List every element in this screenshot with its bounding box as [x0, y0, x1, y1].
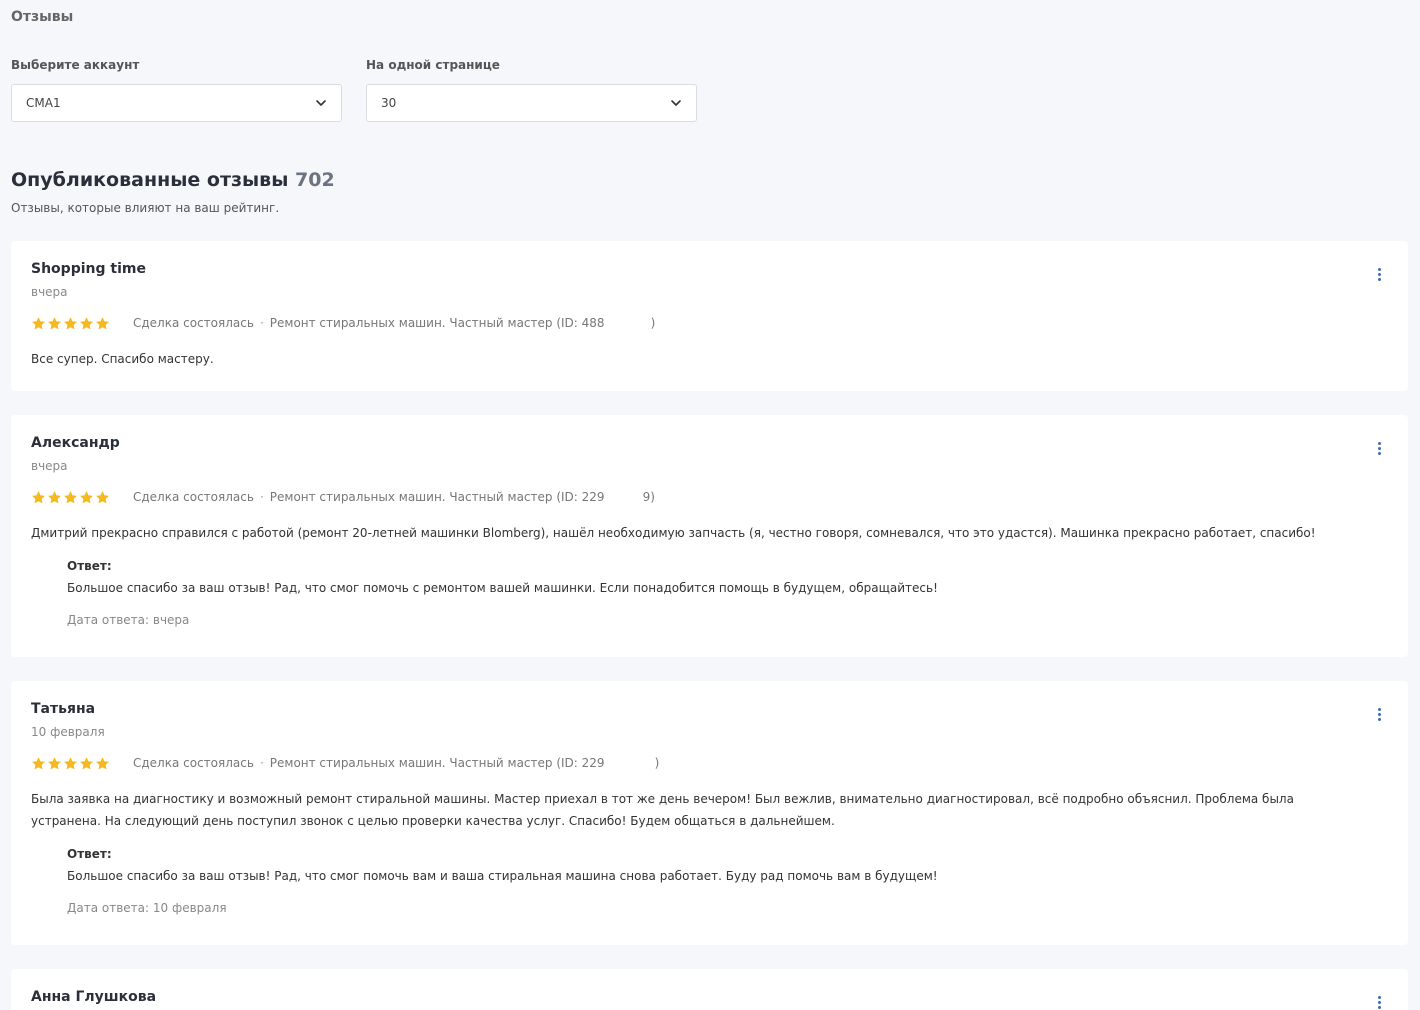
answer-text: Большое спасибо за ваш отзыв! Рад, что с… [67, 869, 938, 883]
review-text: Все супер. Спасибо мастеру. [31, 352, 214, 366]
answer-label: Ответ: [67, 559, 112, 573]
review-author: Татьяна [31, 701, 96, 717]
review-meta: Сделка состоялась · Ремонт стиральных ма… [31, 755, 659, 771]
review-author: Александр [31, 435, 120, 451]
section-title-text: Опубликованные отзывы [11, 169, 289, 191]
star-icon [48, 756, 61, 769]
redacted-id [604, 490, 643, 504]
section-subtitle: Отзывы, которые влияют на ваш рейтинг. [11, 201, 280, 215]
chevron-down-icon [316, 100, 326, 106]
service-name-suffix: ) [654, 756, 660, 770]
per-page-select-label: На одной странице [366, 58, 500, 72]
star-icon [32, 756, 45, 769]
redacted-id [604, 756, 655, 770]
review-card: Shopping time вчера Сделка состоялась · … [11, 241, 1408, 391]
answer-text: Большое спасибо за ваш отзыв! Рад, что с… [67, 581, 938, 595]
answer-label: Ответ: [67, 847, 112, 861]
service-name-suffix: 9) [642, 490, 655, 504]
star-icon [64, 756, 77, 769]
review-author: Shopping time [31, 261, 146, 277]
star-icon [32, 490, 45, 503]
section-title: Опубликованные отзывы 702 [11, 169, 335, 191]
star-icon [48, 316, 61, 329]
star-icon [96, 316, 109, 329]
more-options-icon[interactable] [1372, 705, 1386, 723]
review-meta: Сделка состоялась · Ремонт стиральных ма… [31, 315, 655, 331]
page-title: Отзывы [11, 9, 74, 25]
more-options-icon[interactable] [1372, 439, 1386, 457]
rating-stars [31, 490, 110, 505]
account-select-value: CMA1 [26, 96, 61, 110]
star-icon [48, 490, 61, 503]
review-author: Анна Глушкова [31, 989, 157, 1005]
review-date: вчера [31, 285, 68, 299]
redacted-id [604, 316, 651, 330]
reviews-page: Отзывы Выберите аккаунт CMA1 На одной ст… [0, 0, 1420, 1010]
review-card: Татьяна 10 февраля Сделка состоялась · Р… [11, 681, 1408, 945]
per-page-select[interactable]: 30 [366, 84, 697, 122]
star-icon [80, 316, 93, 329]
answer-date: Дата ответа: 10 февраля [67, 901, 227, 915]
chevron-down-icon [671, 100, 681, 106]
reviews-count: 702 [295, 169, 335, 191]
review-card: Анна Глушкова [11, 969, 1408, 1010]
rating-stars [31, 756, 110, 771]
star-icon [80, 756, 93, 769]
service-name-suffix: ) [650, 316, 656, 330]
star-icon [64, 316, 77, 329]
account-select-label: Выберите аккаунт [11, 58, 140, 72]
deal-status: Сделка состоялась [133, 756, 254, 770]
star-icon [80, 490, 93, 503]
star-icon [32, 316, 45, 329]
star-icon [64, 490, 77, 503]
review-text: Была заявка на диагностику и возможный р… [31, 792, 1294, 828]
star-icon [96, 756, 109, 769]
rating-stars [31, 316, 110, 331]
service-name: Ремонт стиральных машин. Частный мастер … [269, 490, 605, 504]
review-card: Александр вчера Сделка состоялась · Ремо… [11, 415, 1408, 657]
review-date: вчера [31, 459, 68, 473]
more-options-icon[interactable] [1372, 265, 1386, 283]
per-page-select-value: 30 [381, 96, 397, 110]
review-date: 10 февраля [31, 725, 105, 739]
deal-status: Сделка состоялась [133, 316, 254, 330]
review-text: Дмитрий прекрасно справился с работой (р… [31, 526, 1316, 540]
answer-date: Дата ответа: вчера [67, 613, 190, 627]
review-meta: Сделка состоялась · Ремонт стиральных ма… [31, 489, 655, 505]
service-name: Ремонт стиральных машин. Частный мастер … [269, 756, 605, 770]
service-name: Ремонт стиральных машин. Частный мастер … [269, 316, 605, 330]
deal-status: Сделка состоялась [133, 490, 254, 504]
account-select[interactable]: CMA1 [11, 84, 342, 122]
star-icon [96, 490, 109, 503]
more-options-icon[interactable] [1372, 993, 1386, 1010]
